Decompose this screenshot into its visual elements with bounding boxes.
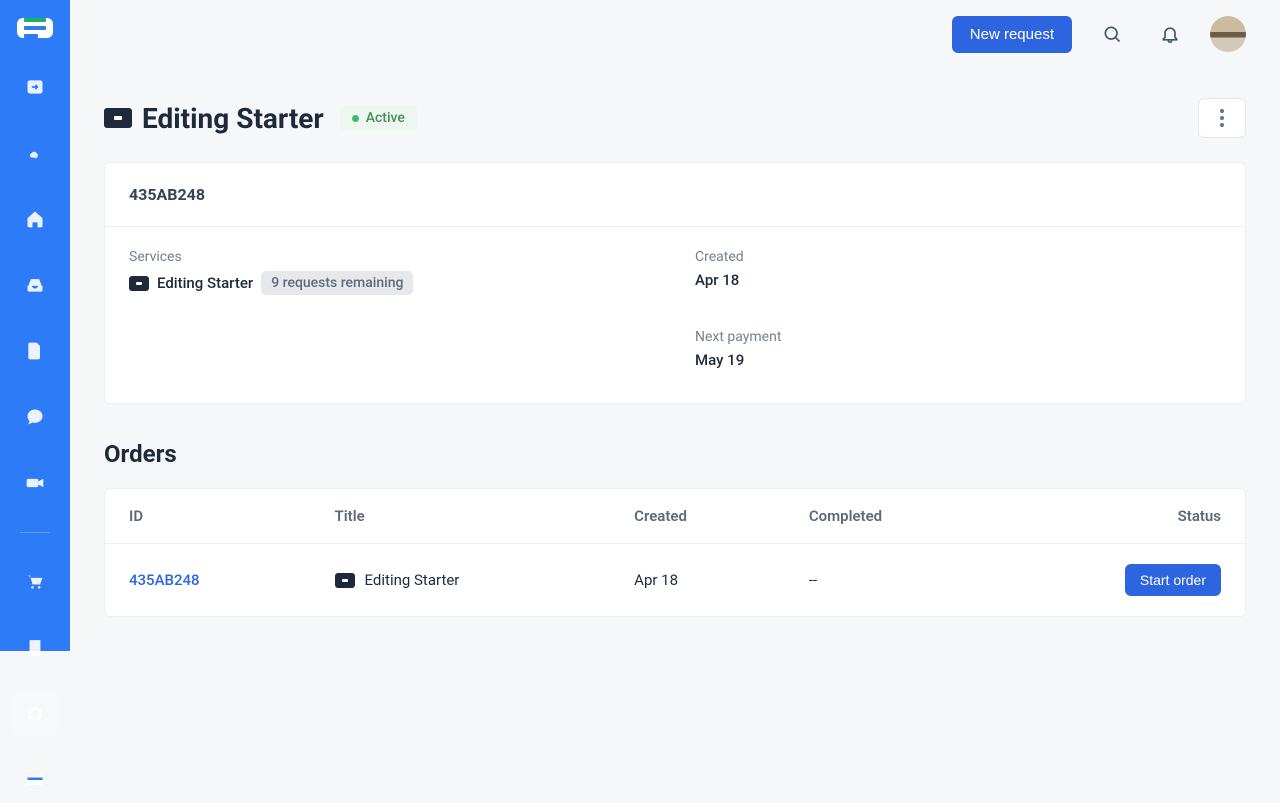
- remaining-pill: 9 requests remaining: [261, 271, 413, 295]
- inbox-icon: [25, 275, 45, 295]
- created-label: Created: [695, 249, 1221, 265]
- order-id-link[interactable]: 435AB248: [129, 571, 200, 589]
- orders-title: Orders: [104, 440, 1246, 468]
- status-badge: Active: [340, 105, 417, 131]
- new-request-button[interactable]: New request: [952, 16, 1072, 53]
- logo[interactable]: [17, 18, 53, 38]
- sidebar-item-card[interactable]: [12, 757, 58, 803]
- search-button[interactable]: [1094, 16, 1130, 52]
- sidebar-item-refresh[interactable]: [12, 691, 58, 737]
- sidebar-item-inbox[interactable]: [12, 262, 58, 308]
- sidebar-item-deals[interactable]: [12, 130, 58, 176]
- order-created: Apr 18: [610, 544, 785, 617]
- subscription-code: 435AB248: [105, 163, 1245, 227]
- order-completed: --: [785, 544, 995, 617]
- handshake-icon: [25, 143, 45, 163]
- chat-icon: [25, 407, 45, 427]
- search-icon: [1102, 24, 1122, 44]
- created-value: Apr 18: [695, 271, 1221, 289]
- sidebar-item-page[interactable]: [12, 625, 58, 671]
- start-order-button[interactable]: Start order: [1125, 564, 1221, 596]
- col-title: Title: [311, 489, 611, 544]
- next-payment-value: May 19: [695, 351, 1221, 369]
- next-payment-label: Next payment: [695, 329, 1221, 345]
- kebab-icon: [1220, 109, 1224, 127]
- service-name: Editing Starter: [157, 274, 253, 292]
- video-chip-icon: [129, 276, 149, 291]
- sidebar-item-home[interactable]: [12, 196, 58, 242]
- subscription-card: 435AB248 Services Editing Starter 9 requ…: [104, 162, 1246, 404]
- sidebar-item-files[interactable]: [12, 328, 58, 374]
- avatar[interactable]: [1210, 16, 1246, 52]
- home-icon: [25, 209, 45, 229]
- col-completed: Completed: [785, 489, 995, 544]
- table-row: 435AB248 Editing Starter Apr 18 -- Start: [105, 544, 1245, 617]
- sidebar: [0, 0, 70, 651]
- file-icon: [25, 341, 45, 361]
- sidebar-item-enter[interactable]: [12, 64, 58, 110]
- col-id: ID: [105, 489, 311, 544]
- video-chip-icon: [335, 573, 355, 588]
- sidebar-divider: [20, 532, 50, 533]
- sidebar-item-video[interactable]: [12, 460, 58, 506]
- col-created: Created: [610, 489, 785, 544]
- arrow-right-box-icon: [25, 77, 45, 97]
- services-label: Services: [129, 249, 655, 265]
- more-actions-button[interactable]: [1198, 98, 1246, 138]
- page-icon: [25, 638, 45, 658]
- refresh-icon: [25, 704, 45, 724]
- video-icon: [25, 473, 45, 493]
- cart-icon: [25, 572, 45, 592]
- orders-card: ID Title Created Completed Status 435AB2…: [104, 488, 1246, 617]
- sidebar-item-cart[interactable]: [12, 559, 58, 605]
- notifications-button[interactable]: [1152, 16, 1188, 52]
- sidebar-item-chat[interactable]: [12, 394, 58, 440]
- video-chip-icon: [104, 108, 132, 128]
- topbar: New request: [70, 0, 1280, 68]
- order-title: Editing Starter: [365, 571, 460, 589]
- bell-icon: [1160, 24, 1180, 44]
- page-title: Editing Starter: [142, 102, 324, 135]
- card-icon: [25, 770, 45, 790]
- col-status: Status: [995, 489, 1245, 544]
